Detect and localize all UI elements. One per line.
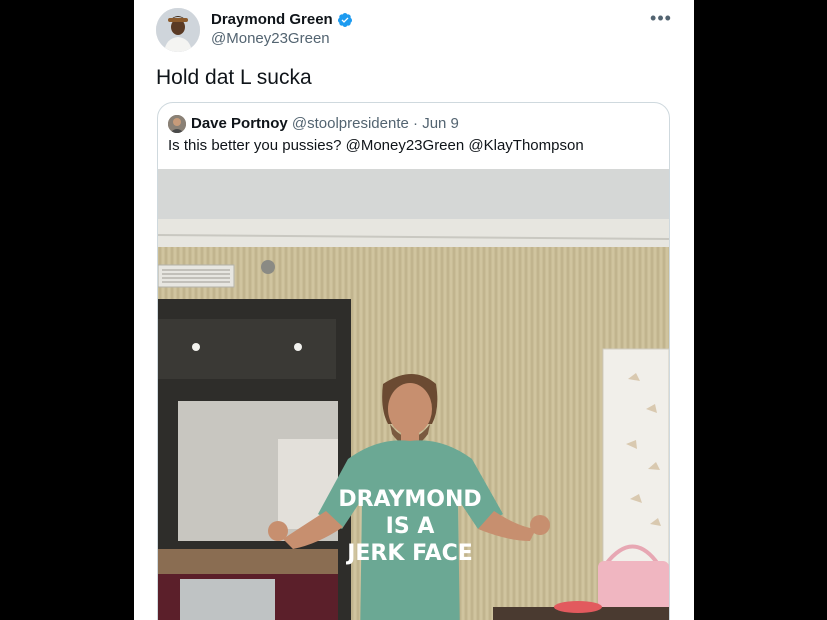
tweet-text: Hold dat L sucka	[156, 66, 312, 89]
avatar-image	[156, 8, 200, 52]
quoted-author-handle[interactable]: @stoolpresidente	[292, 115, 409, 132]
shirt-text-line2: IS A	[386, 514, 435, 539]
quoted-tweet[interactable]: Dave Portnoy @stoolpresidente · Jun 9 Is…	[157, 102, 670, 620]
author-handle[interactable]: @Money23Green	[211, 30, 330, 47]
tweet-card: Draymond Green @Money23Green ••• Hold da…	[134, 0, 694, 620]
author-name-row: Draymond Green	[211, 11, 353, 28]
shirt-text-line1: DRAYMOND	[338, 487, 481, 512]
quoted-header: Dave Portnoy @stoolpresidente · Jun 9	[191, 115, 459, 132]
quoted-text: Is this better you pussies? @Money23Gree…	[168, 137, 584, 154]
quoted-photo[interactable]: DRAYMOND IS A JERK FACE	[158, 169, 669, 620]
quoted-author-name[interactable]: Dave Portnoy	[191, 115, 288, 132]
quoted-avatar-image	[168, 115, 186, 133]
author-avatar[interactable]	[156, 8, 200, 52]
verified-badge-icon	[337, 12, 352, 27]
separator-dot: ·	[413, 115, 419, 132]
quoted-author-avatar[interactable]	[168, 115, 186, 133]
author-name[interactable]: Draymond Green	[211, 11, 333, 28]
quoted-date[interactable]: Jun 9	[422, 115, 459, 132]
more-options-icon[interactable]: •••	[646, 6, 676, 30]
shirt-text-line3: JERK FACE	[345, 541, 473, 566]
